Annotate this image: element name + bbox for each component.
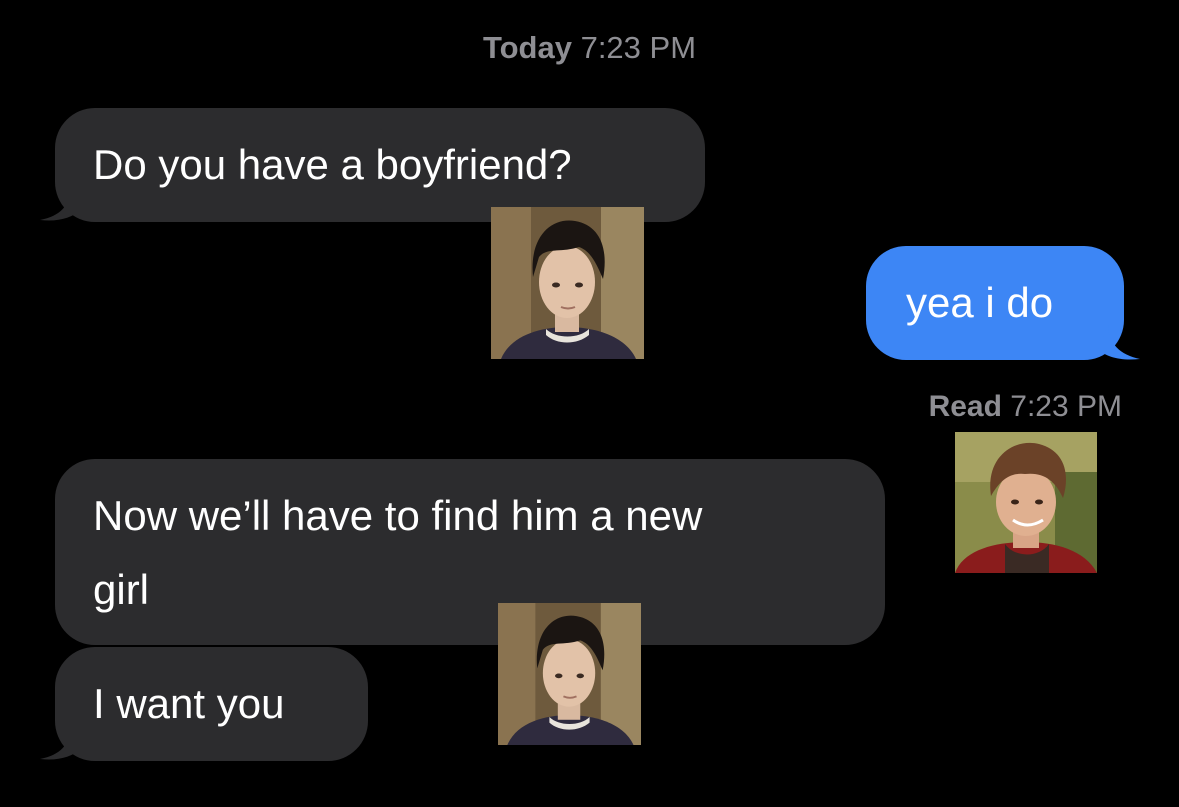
timestamp-day: Today (482, 30, 572, 65)
bubble-tail-icon (40, 188, 80, 221)
incoming-message-bubble[interactable]: I want you (55, 647, 368, 761)
boy-portrait-photo (498, 603, 641, 745)
conversation-timestamp: Today 7:23 PM (0, 30, 1179, 66)
incoming-message-bubble[interactable]: Do you have a boyfriend? (55, 108, 705, 222)
message-text: I want you (93, 680, 285, 727)
read-receipt-label: Read (928, 390, 1002, 423)
bubble-tail-icon (1098, 325, 1140, 360)
read-receipt-time: 7:23 PM (1010, 390, 1122, 423)
timestamp-time: 7:23 PM (580, 30, 697, 65)
outgoing-message-bubble[interactable]: yea i do (866, 246, 1124, 360)
boy-portrait-photo (491, 207, 644, 359)
message-text-line: girl (93, 566, 150, 613)
message-text: yea i do (906, 279, 1054, 326)
read-receipt: Read 7:23 PM (929, 390, 1122, 424)
message-text-line: Now we’ll have to find him a new (93, 492, 703, 539)
message-text: Do you have a boyfriend? (93, 141, 572, 188)
incoming-message-bubble[interactable]: Now we’ll have to find him a new girl (55, 459, 885, 645)
bubble-tail-icon (40, 727, 80, 760)
smiling-boy-portrait-photo (955, 432, 1097, 573)
